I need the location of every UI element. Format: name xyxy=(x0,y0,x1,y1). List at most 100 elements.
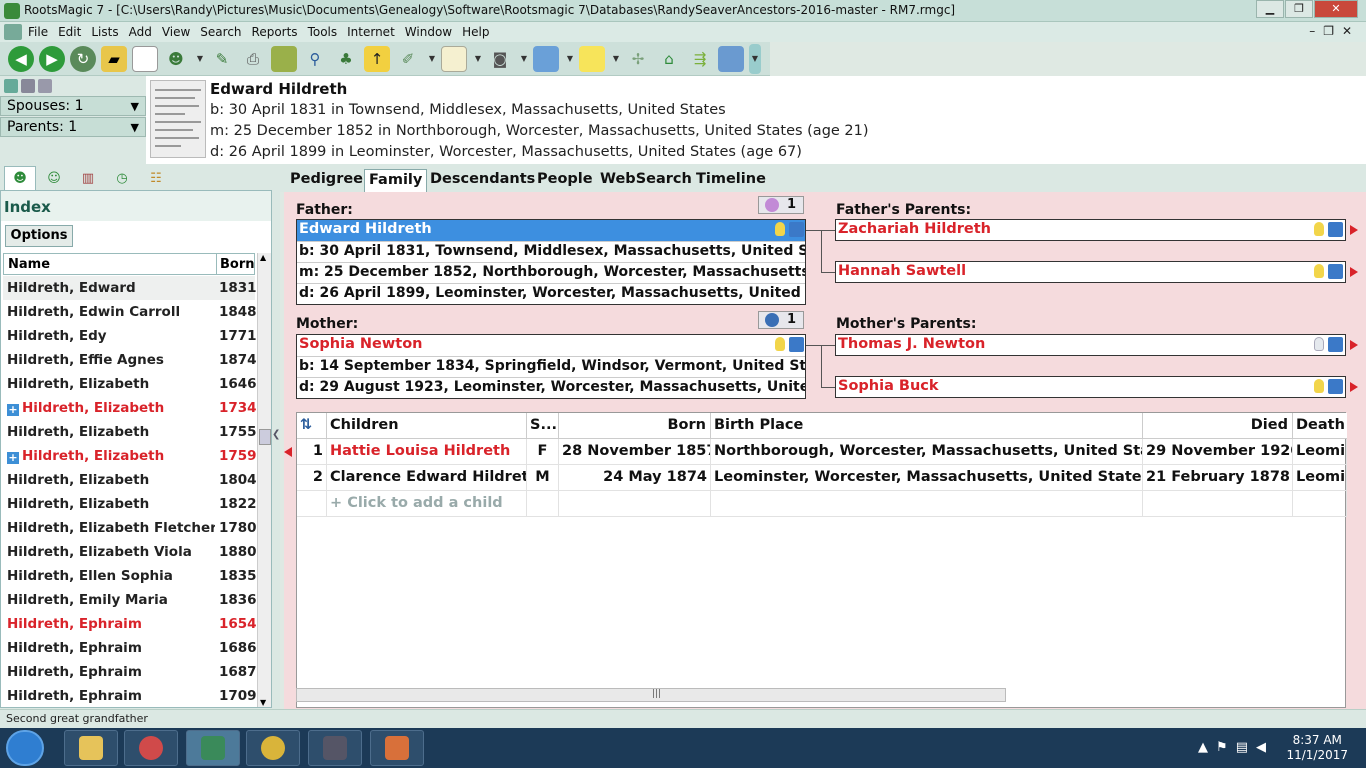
list-item[interactable]: Hildreth, Ephraim 1654 xyxy=(3,612,257,636)
restore-button[interactable]: ❐ xyxy=(1285,0,1313,18)
list-small-icon[interactable] xyxy=(21,79,35,93)
list-item[interactable]: Hildreth, Ephraim 1709 xyxy=(3,684,257,708)
tray-expand-icon[interactable]: ▲ xyxy=(1198,740,1208,755)
list-item[interactable]: Hildreth, Elizabeth 1646 xyxy=(3,372,257,396)
navigate-icon[interactable]: ↑ xyxy=(364,45,390,72)
toolbar-overflow-icon[interactable]: ▼ xyxy=(749,43,761,74)
document-thumbnail[interactable] xyxy=(150,80,206,158)
child-number[interactable]: 1 xyxy=(297,439,327,465)
child-number[interactable]: 2 xyxy=(297,465,327,491)
print-icon[interactable]: ⎙ xyxy=(240,46,266,72)
plus-icon[interactable]: + xyxy=(7,404,19,416)
menu-edit[interactable]: Edit xyxy=(56,25,89,39)
dropdown-arrow-icon[interactable]: ▼ xyxy=(518,46,530,72)
sidebar-splitter[interactable]: ❮ xyxy=(272,164,280,709)
father-spouse-counter[interactable]: 1 xyxy=(758,196,804,214)
familysearch-tree-icon[interactable] xyxy=(789,222,804,237)
forward-icon[interactable]: ▶ xyxy=(39,45,65,72)
dropdown-arrow-icon[interactable]: ▼ xyxy=(564,46,576,72)
child-name[interactable]: Clarence Edward Hildreth xyxy=(327,465,527,491)
list-item[interactable]: Hildreth, Elizabeth 1804 xyxy=(3,468,257,492)
child-born[interactable]: 24 May 1874 xyxy=(559,465,711,491)
minimize-button[interactable]: ▁ xyxy=(1256,0,1284,18)
list-item[interactable]: Hildreth, Ellen Sophia 1835 xyxy=(3,564,257,588)
familysearch-tree-icon[interactable] xyxy=(789,337,804,352)
certificate-icon[interactable] xyxy=(441,45,467,72)
file-explorer-taskbar-button[interactable] xyxy=(64,730,118,766)
list-item[interactable]: + Hildreth, Elizabeth 1759 xyxy=(3,444,257,468)
mother-spouse-counter[interactable]: 1 xyxy=(758,311,804,329)
familysearch-tree-icon[interactable] xyxy=(1328,337,1343,352)
lightbulb-icon[interactable] xyxy=(1314,222,1324,236)
note-icon[interactable] xyxy=(579,45,605,72)
collapse-arrow-icon[interactable]: ❮ xyxy=(272,429,280,440)
lightbulb-icon[interactable] xyxy=(1314,264,1324,278)
flag-icon[interactable]: ⚑ xyxy=(1216,740,1228,755)
scroll-down-icon[interactable]: ▼ xyxy=(260,698,266,707)
menu-internet[interactable]: Internet xyxy=(345,25,403,39)
column-header-name[interactable]: Name xyxy=(8,257,50,272)
menu-search[interactable]: Search xyxy=(198,25,249,39)
screen-icon[interactable] xyxy=(533,45,559,72)
scroll-thumb[interactable] xyxy=(259,429,271,445)
scroll-up-icon[interactable]: ▲ xyxy=(260,253,266,262)
child-birth-place[interactable]: Northborough, Worcester, Massachusetts, … xyxy=(711,439,1143,465)
home-icon[interactable]: ⌂ xyxy=(656,46,682,72)
refresh-icon[interactable]: ↻ xyxy=(70,45,96,72)
back-icon[interactable]: ◀ xyxy=(8,45,34,72)
tree-small-icon[interactable] xyxy=(4,79,18,93)
remote-app-taskbar-button[interactable] xyxy=(308,730,362,766)
fathers-mother-box[interactable]: Hannah Sawtell xyxy=(835,261,1346,283)
menu-reports[interactable]: Reports xyxy=(250,25,306,39)
list-item[interactable]: + Hildreth, Elizabeth 1734 xyxy=(3,396,257,420)
close-button[interactable]: ✕ xyxy=(1314,0,1358,18)
fathers-father-name[interactable]: Zachariah Hildreth xyxy=(836,220,1345,241)
mothers-mother-name[interactable]: Sophia Buck xyxy=(836,377,1345,398)
parents-dropdown[interactable]: Parents: 1 ▼ xyxy=(0,117,146,137)
child-birth-place[interactable]: Leominster, Worcester, Massachusetts, Un… xyxy=(711,465,1143,491)
spouses-dropdown[interactable]: Spouses: 1 ▼ xyxy=(0,96,146,116)
paint-icon[interactable]: ✐ xyxy=(395,46,421,72)
mother-box[interactable]: Sophia Newton b: 14 September 1834, Spri… xyxy=(296,334,806,399)
menu-view[interactable]: View xyxy=(160,25,198,39)
column-header-death[interactable]: Death xyxy=(1293,413,1347,439)
search-icon[interactable]: ⚲ xyxy=(302,46,328,72)
column-header-born[interactable]: Born xyxy=(216,254,255,274)
tab-pedigree[interactable]: Pedigree xyxy=(286,169,367,192)
dropdown-arrow-icon[interactable]: ▼ xyxy=(194,46,206,72)
lightbulb-icon[interactable] xyxy=(775,337,785,351)
child-born[interactable]: 28 November 1857 xyxy=(559,439,711,465)
index-tab-icon[interactable]: ☻ xyxy=(4,166,36,190)
fathers-mother-name[interactable]: Hannah Sawtell xyxy=(836,262,1345,283)
child-sex[interactable]: M xyxy=(527,465,559,491)
tab-people[interactable]: People xyxy=(533,169,597,192)
expand-ancestor-arrow-icon[interactable] xyxy=(1350,267,1358,277)
column-header-born[interactable]: Born xyxy=(559,413,711,439)
child-death-place[interactable]: Leominster xyxy=(1293,465,1347,491)
media-small-icon[interactable] xyxy=(38,79,52,93)
add-person-icon[interactable]: ☻ xyxy=(163,46,189,72)
mothers-father-name[interactable]: Thomas J. Newton xyxy=(836,335,1345,356)
tab-descendants[interactable]: Descendants xyxy=(426,169,539,192)
scroll-grip[interactable]: ||| xyxy=(652,689,661,699)
system-clock[interactable]: 8:37 AM 11/1/2017 xyxy=(1286,733,1348,763)
lightbulb-icon[interactable] xyxy=(775,222,785,236)
list-item[interactable]: Hildreth, Elizabeth Viola 1880 xyxy=(3,540,257,564)
list-item[interactable]: Hildreth, Elizabeth 1822 xyxy=(3,492,257,516)
open-folder-icon[interactable]: ▰ xyxy=(101,45,127,72)
list-item[interactable]: Hildreth, Effie Agnes 1874 xyxy=(3,348,257,372)
mdi-window-controls[interactable]: –❐✕ xyxy=(1309,24,1360,38)
menu-lists[interactable]: Lists xyxy=(89,25,126,39)
father-name[interactable]: Edward Hildreth xyxy=(297,220,805,241)
familysearch-tree-icon[interactable] xyxy=(1328,264,1343,279)
door-icon[interactable] xyxy=(718,45,744,72)
add-child-link[interactable]: + Click to add a child xyxy=(327,491,527,517)
list-item[interactable]: Hildreth, Elizabeth Fletcher "...1780 xyxy=(3,516,257,540)
child-death-place[interactable]: Leominster xyxy=(1293,439,1347,465)
menu-add[interactable]: Add xyxy=(127,25,160,39)
arrows-icon[interactable]: ⇶ xyxy=(687,46,713,72)
fathers-father-box[interactable]: Zachariah Hildreth xyxy=(835,219,1346,241)
lightbulb-icon[interactable] xyxy=(1314,337,1324,351)
mothers-mother-box[interactable]: Sophia Buck xyxy=(835,376,1346,398)
lightbulb-icon[interactable] xyxy=(1314,379,1324,393)
